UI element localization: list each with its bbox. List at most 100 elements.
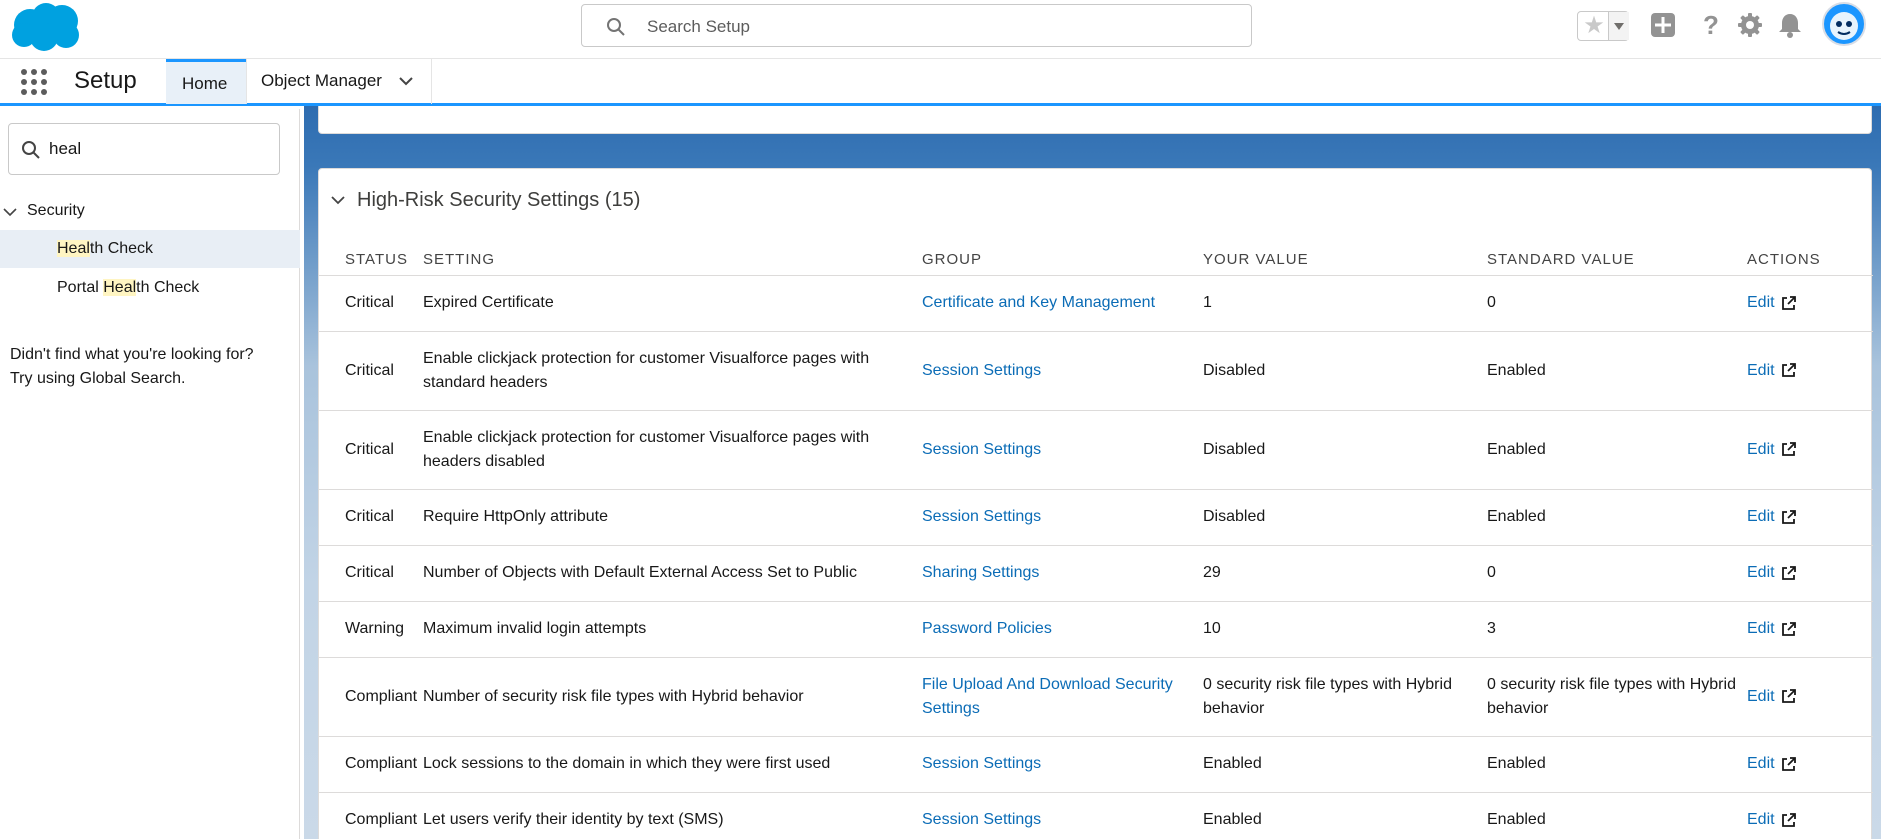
- group-link[interactable]: Sharing Settings: [922, 564, 1039, 581]
- your-value-cell: 0 security risk file types with Hybrid b…: [1203, 657, 1487, 737]
- table-row: Compliant Number of security risk file ty…: [319, 657, 1873, 737]
- settings-table: STATUS SETTING GROUP YOUR VALUE STANDARD…: [319, 251, 1873, 839]
- group-link[interactable]: Session Settings: [922, 508, 1041, 525]
- standard-value-cell: 0: [1487, 275, 1747, 332]
- sidebar-item-label: Portal Health Check: [57, 279, 199, 297]
- edit-link[interactable]: Edit: [1747, 561, 1775, 585]
- global-header: Search Setup ★ ?: [0, 0, 1881, 58]
- bell-icon[interactable]: [1776, 11, 1804, 39]
- setting-cell: Require HttpOnly attribute: [423, 489, 922, 546]
- status-cell: Compliant: [319, 792, 423, 839]
- edit-link[interactable]: Edit: [1747, 808, 1775, 832]
- edit-link[interactable]: Edit: [1747, 752, 1775, 776]
- group-link[interactable]: Session Settings: [922, 362, 1041, 379]
- group-cell: Session Settings: [922, 410, 1203, 490]
- group-link[interactable]: Session Settings: [922, 811, 1041, 828]
- setting-cell: Enable clickjack protection for customer…: [423, 410, 922, 490]
- table-row: Warning Maximum invalid login attempts Pas…: [319, 601, 1873, 658]
- external-link-icon[interactable]: [1780, 565, 1797, 582]
- chevron-down-icon[interactable]: [329, 191, 347, 209]
- table-header-row: STATUS SETTING GROUP YOUR VALUE STANDARD…: [319, 251, 1873, 276]
- table-body: Critical Expired Certificate Certificate a…: [319, 275, 1873, 839]
- setting-cell: Let users verify their identity by text …: [423, 792, 922, 839]
- chevron-down-icon[interactable]: [2, 204, 18, 220]
- search-placeholder: Search Setup: [647, 17, 751, 36]
- actions-cell: Edit: [1747, 489, 1873, 546]
- setting-cell: Expired Certificate: [423, 275, 922, 332]
- star-icon[interactable]: ★: [1582, 13, 1606, 39]
- favorites-button[interactable]: ★: [1577, 11, 1629, 41]
- group-link[interactable]: Session Settings: [922, 755, 1041, 772]
- standard-value-cell: Enabled: [1487, 792, 1747, 839]
- setup-sidebar: heal Security Health Check Portal Health…: [0, 109, 300, 839]
- favorites-dropdown-icon[interactable]: [1608, 12, 1629, 40]
- your-value-cell: Enabled: [1203, 792, 1487, 839]
- group-link[interactable]: Session Settings: [922, 441, 1041, 458]
- your-value-cell: Disabled: [1203, 410, 1487, 490]
- group-link[interactable]: Certificate and Key Management: [922, 294, 1155, 311]
- edit-link[interactable]: Edit: [1747, 291, 1775, 315]
- table-row: Critical Enable clickjack protection for …: [319, 331, 1873, 411]
- sidebar-item-label-rest: th Check: [136, 279, 200, 296]
- your-value-cell: Disabled: [1203, 489, 1487, 546]
- chevron-down-icon[interactable]: [397, 72, 415, 90]
- card-header[interactable]: High-Risk Security Settings (15): [319, 169, 1871, 233]
- help-icon[interactable]: ?: [1697, 11, 1725, 39]
- avatar[interactable]: [1822, 2, 1866, 46]
- salesforce-logo[interactable]: [8, 1, 84, 53]
- table-row: Compliant Lock sessions to the domain in …: [319, 736, 1873, 793]
- setup-search-input[interactable]: Search Setup: [581, 4, 1252, 47]
- external-link-icon[interactable]: [1780, 295, 1797, 312]
- column-header-standard-value[interactable]: STANDARD VALUE: [1487, 251, 1747, 276]
- main-content[interactable]: High-Risk Security Settings (15) STATUS …: [304, 106, 1881, 839]
- external-link-icon[interactable]: [1780, 509, 1797, 526]
- external-link-icon[interactable]: [1780, 812, 1797, 829]
- status-cell: Warning: [319, 601, 423, 658]
- external-link-icon[interactable]: [1780, 688, 1797, 705]
- your-value-cell: 10: [1203, 601, 1487, 658]
- column-header-setting[interactable]: SETTING: [423, 251, 922, 276]
- sidebar-item-health-check[interactable]: Health Check: [0, 230, 300, 268]
- group-cell: Session Settings: [922, 792, 1203, 839]
- sidebar-item-portal-health-check[interactable]: Portal Health Check: [0, 269, 300, 307]
- column-header-group[interactable]: GROUP: [922, 251, 1203, 276]
- status-cell: Critical: [319, 275, 423, 332]
- column-header-status[interactable]: STATUS: [319, 251, 423, 276]
- external-link-icon[interactable]: [1780, 441, 1797, 458]
- sidebar-section-security[interactable]: Security: [0, 197, 300, 227]
- setting-cell: Lock sessions to the domain in which the…: [423, 736, 922, 793]
- edit-link[interactable]: Edit: [1747, 685, 1775, 709]
- column-header-your-value[interactable]: YOUR VALUE: [1203, 251, 1487, 276]
- app-launcher-icon[interactable]: [20, 68, 48, 96]
- edit-link[interactable]: Edit: [1747, 359, 1775, 383]
- edit-link[interactable]: Edit: [1747, 617, 1775, 641]
- previous-card: [318, 106, 1872, 134]
- tab-home[interactable]: Home: [166, 59, 246, 104]
- table-row: Critical Require HttpOnly attribute Sessio…: [319, 489, 1873, 546]
- your-value-cell: Disabled: [1203, 331, 1487, 411]
- status-cell: Critical: [319, 410, 423, 490]
- help-line-2: Try using Global Search.: [10, 370, 186, 387]
- add-icon[interactable]: [1649, 11, 1677, 39]
- status-cell: Compliant: [319, 657, 423, 737]
- edit-link[interactable]: Edit: [1747, 505, 1775, 529]
- group-cell: Session Settings: [922, 331, 1203, 411]
- sidebar-item-label-pre: Portal: [57, 279, 104, 296]
- standard-value-cell: Enabled: [1487, 489, 1747, 546]
- edit-link[interactable]: Edit: [1747, 438, 1775, 462]
- group-link[interactable]: Password Policies: [922, 620, 1052, 637]
- tab-object-manager[interactable]: Object Manager: [246, 59, 432, 104]
- quick-find-input[interactable]: heal: [8, 123, 280, 175]
- external-link-icon[interactable]: [1780, 362, 1797, 379]
- table-row: Critical Expired Certificate Certificate a…: [319, 275, 1873, 332]
- external-link-icon[interactable]: [1780, 621, 1797, 638]
- group-cell: Password Policies: [922, 601, 1203, 658]
- svg-text:?: ?: [1703, 11, 1719, 39]
- group-cell: Session Settings: [922, 489, 1203, 546]
- gear-icon[interactable]: [1736, 11, 1764, 39]
- external-link-icon[interactable]: [1780, 756, 1797, 773]
- user-avatar-icon: [1830, 12, 1858, 40]
- your-value-cell: 1: [1203, 275, 1487, 332]
- group-cell: Sharing Settings: [922, 545, 1203, 602]
- group-link[interactable]: File Upload And Download Security Settin…: [922, 676, 1173, 717]
